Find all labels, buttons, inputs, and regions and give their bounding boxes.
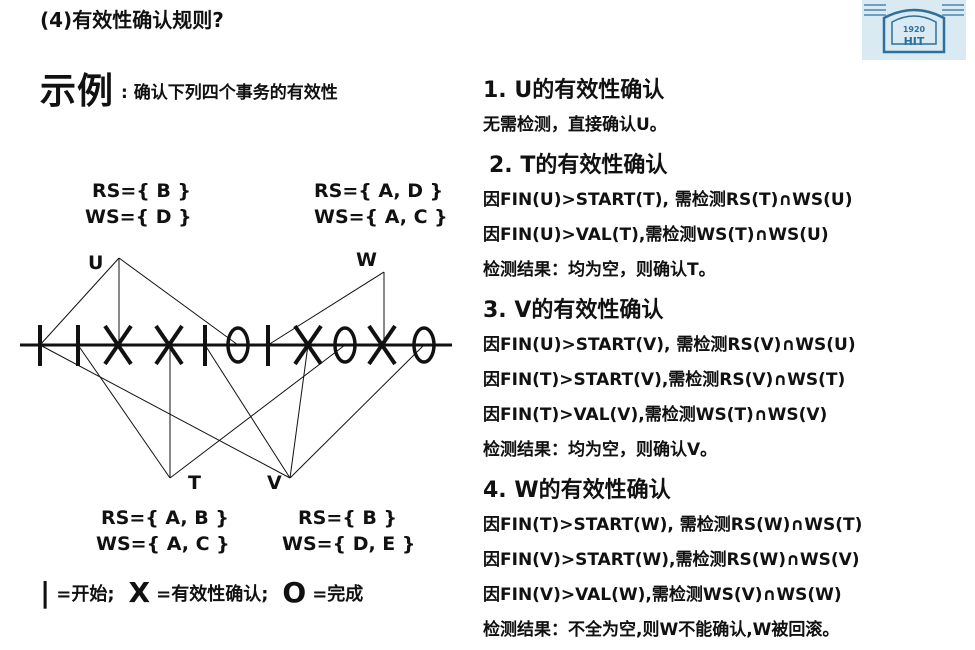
section-line: 检测结果：均为空，则确认V。	[483, 440, 718, 460]
logo-year: 1920	[903, 25, 926, 34]
section-line: 因FIN(T)>START(W), 需检测RS(W)∩WS(T)	[483, 515, 863, 535]
v-write-set: WS={ D, E }	[282, 533, 416, 555]
u-write-set: WS={ D }	[85, 206, 192, 228]
section-line: 检测结果：不全为空,则W不能确认,W被回滚。	[483, 620, 840, 640]
connector-u	[39, 257, 239, 346]
section-v: 3. V的有效性确认 因FIN(U)>START(V), 需检测RS(V)∩WS…	[483, 292, 975, 460]
logo-abbr: HIT	[904, 35, 925, 48]
legend-start-text: =开始;	[56, 583, 115, 605]
transaction-u-label: U	[88, 252, 104, 274]
connector-v	[39, 344, 425, 479]
section-heading: 2. T的有效性确认	[489, 153, 668, 178]
section-w: 4. W的有效性确认 因FIN(T)>START(W), 需检测RS(W)∩WS…	[483, 472, 975, 640]
legend-validate-text: =有效性确认;	[156, 583, 269, 605]
section-line: 因FIN(T)>VAL(V),需检测WS(T)∩WS(V)	[483, 405, 828, 425]
legend-finish-text: =完成	[312, 583, 364, 605]
transaction-w-label: W	[356, 249, 377, 271]
section-line: 因FIN(T)>START(V),需检测RS(V)∩WS(T)	[483, 370, 846, 390]
legend-start-symbol: |	[40, 576, 51, 609]
section-line: 无需检测，直接确认U。	[483, 115, 667, 135]
section-line: 因FIN(U)>VAL(T),需检测WS(T)∩WS(U)	[483, 225, 829, 245]
u-read-set: RS={ B }	[92, 180, 191, 202]
section-line: 检测结果：均为空，则确认T。	[483, 260, 716, 280]
connector-w	[267, 271, 385, 346]
section-line: 因FIN(V)>VAL(W),需检测WS(V)∩WS(W)	[483, 585, 842, 605]
t-read-set: RS={ A, B }	[101, 507, 229, 529]
section-u: 1. U的有效性确认 无需检测，直接确认U。	[483, 72, 975, 135]
section-t-lines: 因FIN(U)>START(T), 需检测RS(T)∩WS(U) 因FIN(U)…	[483, 185, 975, 280]
section-heading: 3. V的有效性确认	[483, 298, 664, 323]
hit-logo-emblem: 1920 HIT	[862, 0, 966, 60]
section-t: 2. T的有效性确认	[483, 147, 975, 179]
section-heading: 1. U的有效性确认	[483, 78, 665, 103]
validation-steps: 1. U的有效性确认 无需检测，直接确认U。 2. T的有效性确认 因FIN(U…	[483, 70, 975, 650]
legend-validate-symbol: X	[128, 576, 151, 609]
t-write-set: WS={ A, C }	[96, 533, 230, 555]
section-line: 因FIN(U)>START(V), 需检测RS(V)∩WS(U)	[483, 335, 856, 355]
section-line: 因FIN(U)>START(T), 需检测RS(T)∩WS(U)	[483, 190, 853, 210]
section-line: 因FIN(V)>START(W),需检测RS(W)∩WS(V)	[483, 550, 860, 570]
v-read-set: RS={ B }	[298, 507, 397, 529]
w-read-set: RS={ A, D }	[314, 180, 444, 202]
transaction-t-label: T	[188, 472, 201, 494]
hit-logo: 1920 HIT	[862, 0, 966, 60]
section-heading: 4. W的有效性确认	[483, 478, 671, 503]
legend: | =开始; X =有效性确认; O =完成	[40, 576, 363, 609]
legend-finish-symbol: O	[282, 576, 307, 609]
w-write-set: WS={ A, C }	[314, 206, 448, 228]
transaction-v-label: V	[267, 472, 282, 494]
